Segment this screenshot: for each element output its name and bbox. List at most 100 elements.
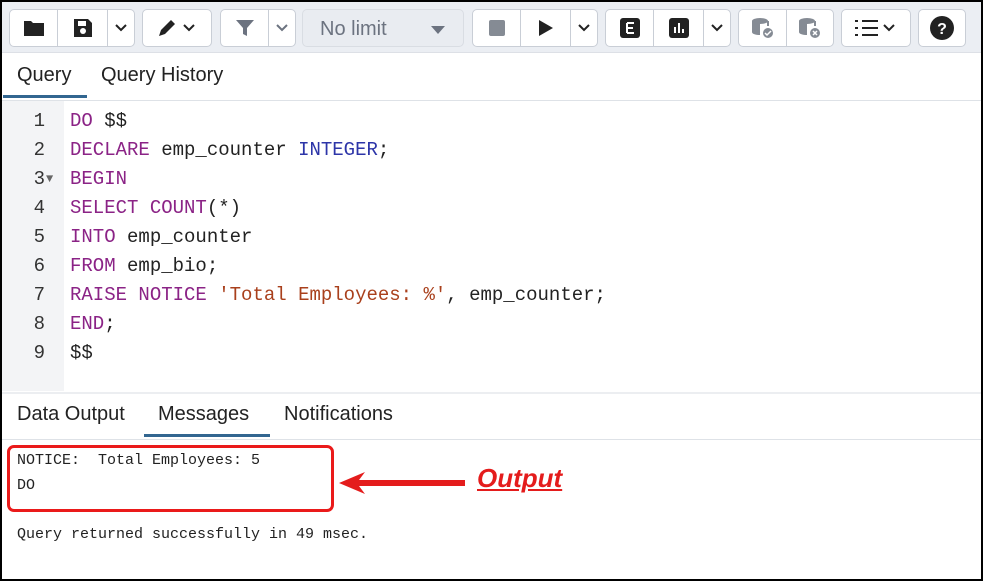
code-token: emp_bio; (115, 255, 219, 277)
code-line: 2 DECLARE emp_counter INTEGER; (2, 136, 981, 165)
keyword: DO (70, 110, 93, 132)
bar-chart-icon (668, 18, 689, 38)
database-rollback-icon (799, 18, 820, 38)
chevron-down-icon (115, 24, 127, 32)
filter-button[interactable] (221, 10, 270, 46)
toolbar: No limit ? (2, 2, 981, 53)
row-limit-value: No limit (320, 18, 387, 40)
type-keyword: INTEGER (298, 139, 378, 161)
keyword: BEGIN (70, 168, 128, 190)
filter-icon (235, 20, 254, 36)
tab-data-output[interactable]: Data Output (3, 391, 139, 437)
code-line: 5 INTO emp_counter (2, 223, 981, 252)
filter-dropdown[interactable] (269, 10, 295, 46)
play-icon (538, 20, 553, 36)
pen-icon (159, 20, 195, 36)
code-line: 3 ▼ BEGIN (2, 165, 981, 194)
help-button[interactable]: ? (919, 10, 965, 46)
tab-query-history[interactable]: Query History (87, 52, 237, 98)
code-text: RAISE NOTICE 'Total Employees: %', emp_c… (70, 281, 606, 310)
save-icon (73, 19, 92, 37)
code-line: 9 $$ (2, 339, 981, 368)
help-group: ? (918, 9, 966, 47)
line-number: 2 (33, 139, 45, 161)
folder-icon (23, 21, 44, 36)
macros-button[interactable] (842, 10, 910, 46)
code-line: 4 SELECT COUNT(*) (2, 194, 981, 223)
code-line: 8 END; (2, 310, 981, 339)
execute-options-dropdown[interactable] (571, 10, 597, 46)
stop-button[interactable] (473, 10, 521, 46)
transaction-group (738, 9, 834, 47)
line-number: 7 (33, 284, 45, 306)
line-number: 4 (33, 197, 45, 219)
code-text: BEGIN (70, 165, 127, 194)
svg-text:?: ? (937, 21, 947, 38)
macros-group (841, 9, 911, 47)
line-number: 3 (33, 168, 45, 190)
chevron-down-icon (578, 24, 590, 32)
chevron-down-icon (711, 24, 723, 32)
output-annotation-label: Output (477, 463, 563, 493)
commit-button[interactable] (739, 10, 787, 46)
code-token: $$ (92, 110, 128, 132)
arrow-left-icon (339, 472, 465, 494)
query-tool-window: No limit ? Query Query History 1 DO $$ 2… (2, 2, 981, 579)
database-commit-icon (751, 18, 773, 38)
save-file-button[interactable] (58, 10, 108, 46)
line-number: 5 (33, 226, 45, 248)
row-limit-select[interactable]: No limit (302, 9, 464, 47)
execute-button[interactable] (521, 10, 571, 46)
edit-group (142, 9, 212, 47)
code-text: SELECT COUNT(*) (70, 194, 241, 223)
code-token: ; (377, 139, 390, 161)
code-text: INTO emp_counter (70, 223, 252, 252)
stop-icon (488, 20, 505, 36)
line-number: 1 (33, 110, 45, 132)
explain-icon (619, 18, 640, 38)
file-group (9, 9, 135, 47)
tab-notifications[interactable]: Notifications (270, 391, 407, 437)
edit-menu-button[interactable] (143, 10, 211, 46)
code-line: 6 FROM emp_bio; (2, 252, 981, 281)
keyword: END (70, 313, 105, 335)
explain-button[interactable] (606, 10, 654, 46)
output-highlight-box (7, 445, 334, 512)
code-token: emp_counter (115, 226, 253, 248)
chevron-down-icon (276, 24, 288, 32)
sql-editor[interactable]: 1 DO $$ 2 DECLARE emp_counter INTEGER; 3… (2, 101, 981, 391)
query-result-message: Query returned successfully in 49 msec. (17, 526, 369, 543)
keyword: DECLARE (70, 139, 150, 161)
line-number: 9 (33, 342, 45, 364)
rollback-button[interactable] (787, 10, 833, 46)
output-tabs: Data Output Messages Notifications (2, 391, 981, 440)
code-text: FROM emp_bio; (70, 252, 218, 281)
query-tabs: Query Query History (2, 52, 981, 101)
keyword: INTO (70, 226, 116, 248)
filter-group (220, 9, 296, 47)
code-token: , emp_counter; (446, 284, 606, 306)
list-icon (855, 20, 895, 36)
keyword: RAISE (70, 284, 128, 306)
open-file-button[interactable] (10, 10, 58, 46)
tab-query[interactable]: Query (3, 52, 87, 98)
save-options-dropdown[interactable] (108, 10, 134, 46)
explain-analyze-button[interactable] (654, 10, 704, 46)
keyword: FROM (70, 255, 116, 277)
string-literal: 'Total Employees: %' (218, 284, 447, 306)
explain-group (605, 9, 731, 47)
code-token: emp_counter (149, 139, 299, 161)
line-number: 6 (33, 255, 45, 277)
code-token: ; (104, 313, 116, 335)
execute-group (472, 9, 598, 47)
code-line: 7 RAISE NOTICE 'Total Employees: %', emp… (2, 281, 981, 310)
fold-toggle-icon[interactable]: ▼ (46, 165, 53, 194)
explain-options-dropdown[interactable] (704, 10, 730, 46)
tab-messages[interactable]: Messages (144, 391, 270, 437)
code-token: (*) (206, 197, 242, 219)
line-number: 8 (33, 313, 45, 335)
code-text: DECLARE emp_counter INTEGER; (70, 136, 389, 165)
